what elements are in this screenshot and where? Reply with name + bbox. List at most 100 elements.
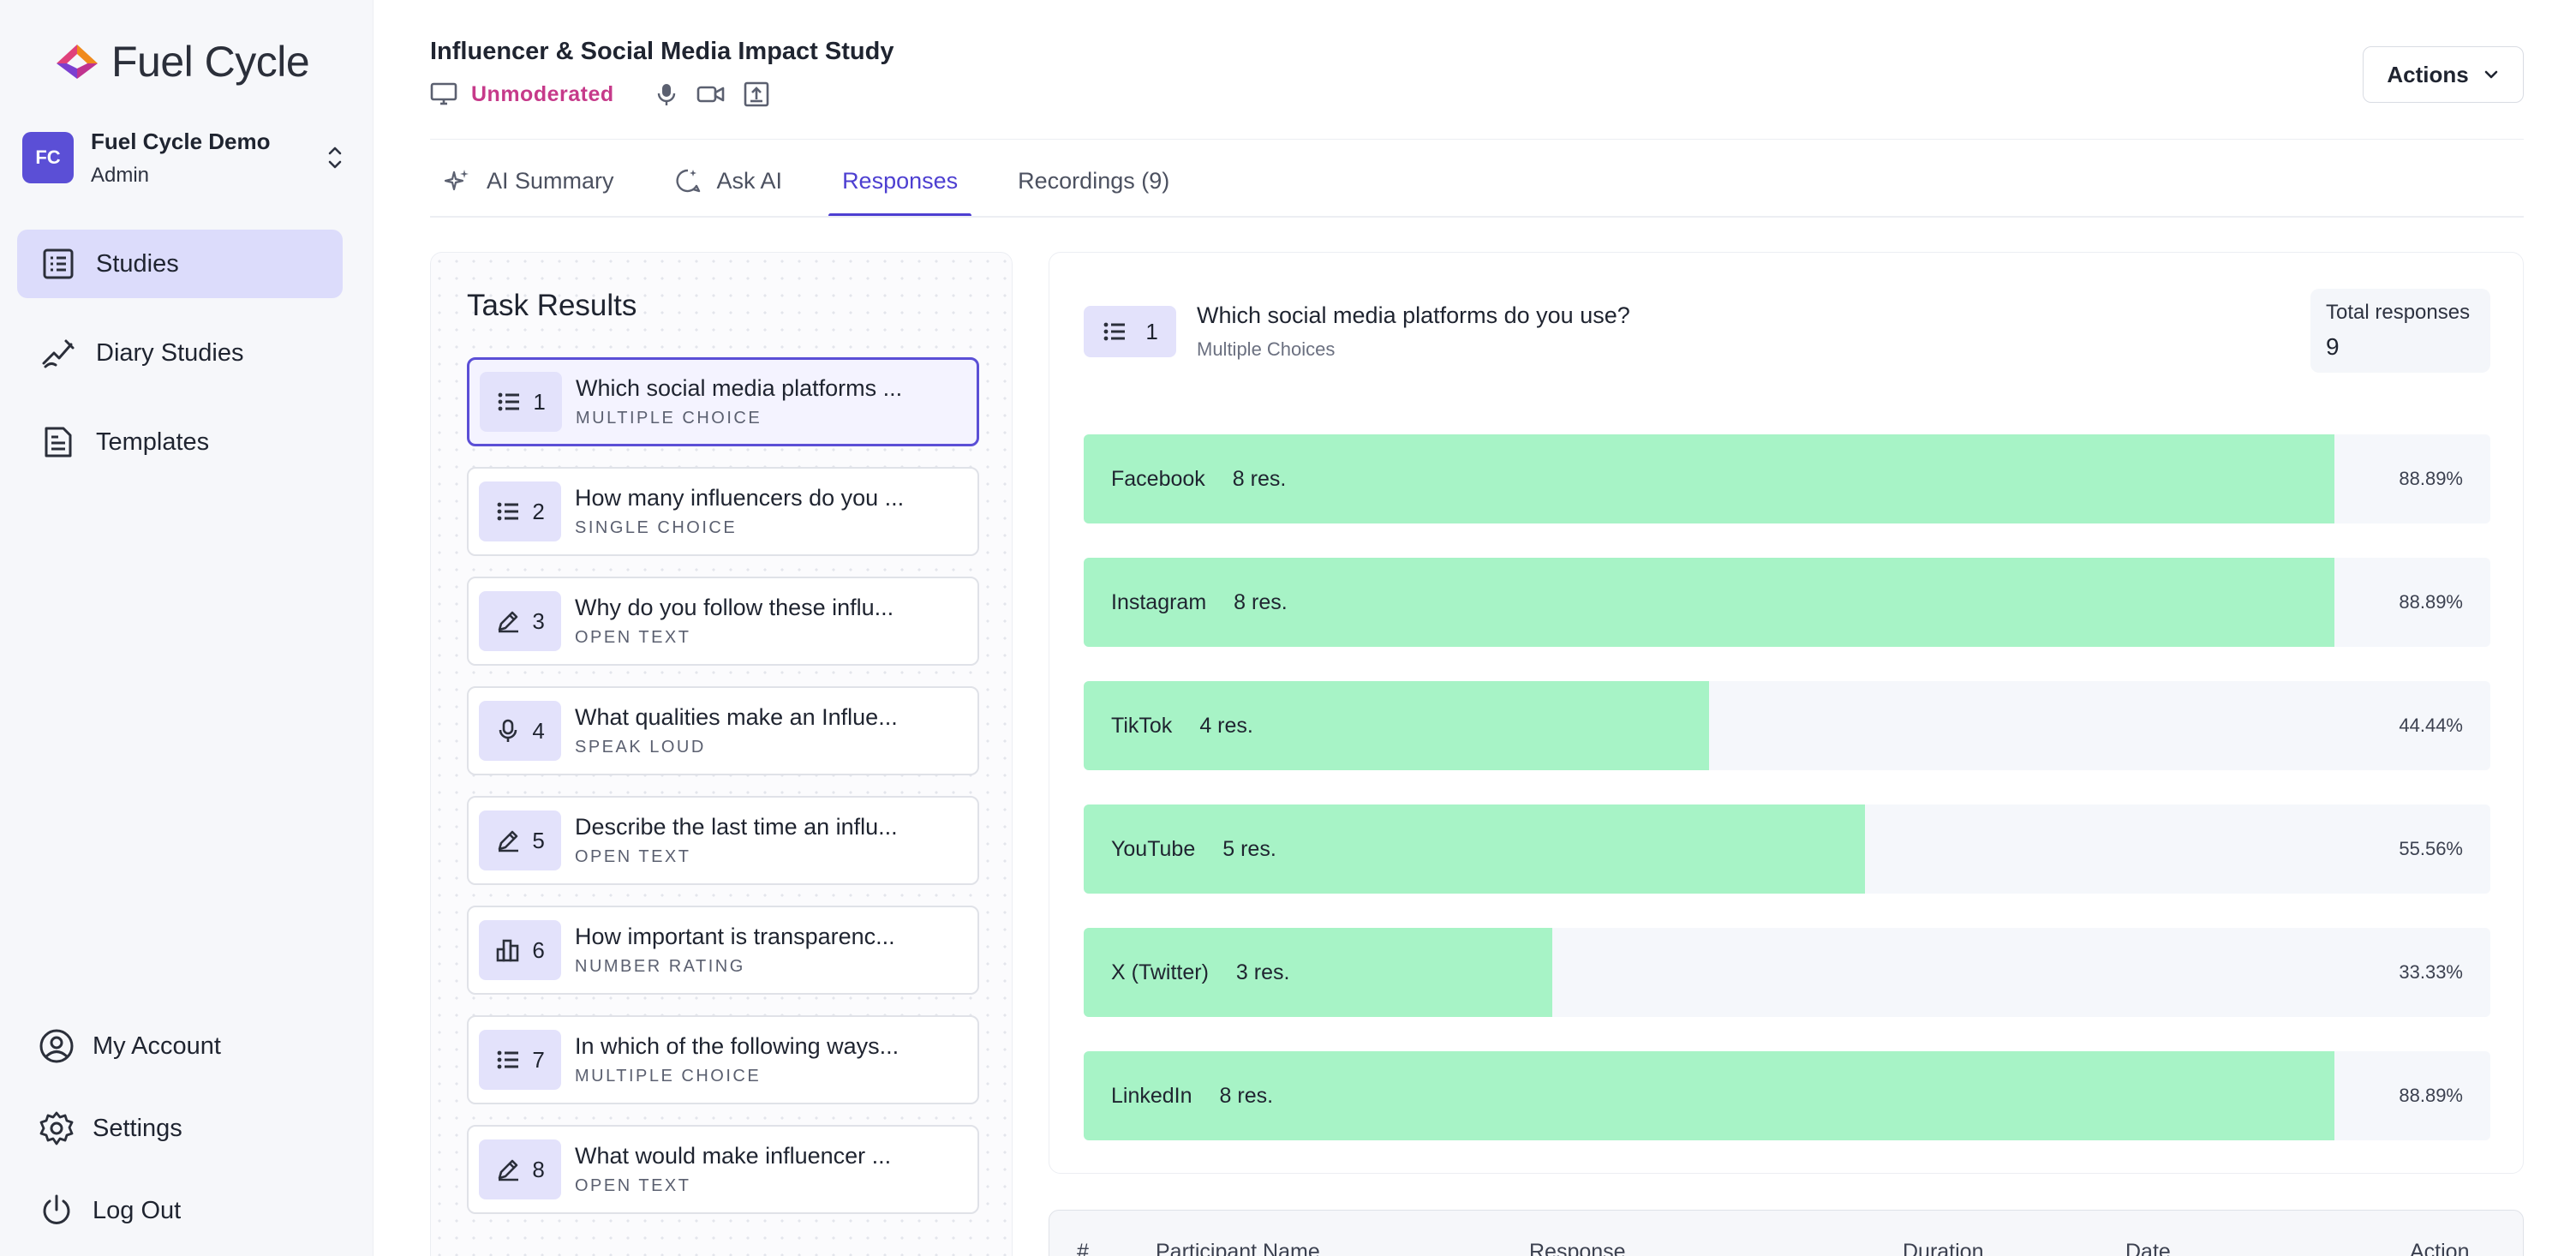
responses-table: # Participant Name Response Duration Dat…: [1049, 1210, 2524, 1256]
sidebar-item-settings[interactable]: Settings: [17, 1100, 343, 1157]
question-badge: 1: [1084, 306, 1176, 357]
sidebar-item-log-out[interactable]: Log Out: [17, 1182, 343, 1239]
sidebar-item-diary-studies[interactable]: Diary Studies: [17, 319, 343, 387]
task-badge: 1: [480, 372, 562, 432]
task-item-4[interactable]: 4 What qualities make an Influe... SPEAK L…: [467, 686, 979, 775]
screen-share-icon: [744, 81, 768, 107]
bar-row: YouTube 5 res. 55.56%: [1084, 804, 2490, 894]
task-results-heading: Task Results: [467, 289, 637, 322]
task-results-panel: Task Results 1 Which social media platfor…: [430, 252, 1013, 1256]
page-title: Influencer & Social Media Impact Study: [430, 38, 894, 65]
rating-icon: [496, 939, 519, 962]
actions-label: Actions: [2387, 61, 2469, 87]
task-number: 6: [532, 936, 545, 963]
bar-value-label: 44.44%: [2399, 715, 2463, 736]
actions-button[interactable]: Actions: [2363, 46, 2524, 103]
bar-value-label: 88.89%: [2399, 1085, 2463, 1106]
templates-icon: [39, 423, 77, 461]
task-item-3[interactable]: 3 Why do you follow these influ... OPEN TE…: [467, 577, 979, 666]
task-number: 8: [532, 1156, 545, 1182]
task-item-7[interactable]: 7 In which of the following ways... MULTIP…: [467, 1015, 979, 1104]
column-header-response: Response: [1529, 1240, 1626, 1256]
bar-category-label: X (Twitter): [1111, 960, 1209, 984]
column-header-duration: Duration: [1903, 1240, 1984, 1256]
task-type: SINGLE CHOICE: [575, 518, 738, 537]
task-title: What would make influencer ...: [575, 1143, 892, 1169]
pen-icon: [498, 830, 519, 852]
bar-row: LinkedIn 8 res. 88.89%: [1084, 1051, 2490, 1140]
bar-category-label: LinkedIn: [1111, 1083, 1192, 1108]
sidebar-item-my-account[interactable]: My Account: [17, 1018, 343, 1074]
org-switcher[interactable]: FC Fuel Cycle Demo Admin: [22, 122, 348, 194]
task-title: In which of the following ways...: [575, 1033, 900, 1059]
column-header-number: #: [1077, 1240, 1089, 1256]
pen-icon: [498, 611, 519, 633]
bar-category-label: Facebook: [1111, 466, 1205, 491]
header-divider: [430, 139, 2524, 140]
task-title: How important is transparenc...: [575, 924, 895, 949]
bar-category-label: Instagram: [1111, 589, 1207, 614]
sidebar-item-label: Settings: [93, 1114, 182, 1142]
task-type: SPEAK LOUD: [575, 738, 706, 757]
chat-ai-icon: [675, 169, 700, 193]
tab-recordings[interactable]: Recordings (9): [1004, 146, 1183, 216]
chevron-down-icon: [2484, 70, 2497, 79]
pen-icon: [498, 1159, 519, 1181]
task-badge: 2: [479, 481, 561, 541]
tab-bar: AI Summary Ask AI Responses Recordings (…: [430, 146, 1216, 218]
task-item-5[interactable]: 5 Describe the last time an influ... OPEN …: [467, 796, 979, 885]
microphone-icon: [657, 84, 675, 105]
total-responses-label: Total responses: [2326, 301, 2471, 324]
tab-ask-ai[interactable]: Ask AI: [660, 146, 797, 216]
task-item-8[interactable]: 8 What would make influencer ... OPEN TEXT: [467, 1125, 979, 1214]
tab-label: AI Summary: [487, 167, 614, 194]
task-number: 4: [532, 717, 545, 744]
power-icon: [38, 1192, 75, 1229]
mic-icon: [499, 719, 517, 742]
video-camera-icon: [696, 86, 724, 103]
desktop-icon: [430, 82, 457, 105]
task-type: MULTIPLE CHOICE: [576, 409, 762, 428]
sparkle-icon: [444, 170, 469, 191]
bar-count-label: 8 res.: [1234, 589, 1288, 614]
task-type: OPEN TEXT: [575, 628, 691, 647]
task-number: 2: [532, 498, 545, 524]
bar-category-label: TikTok: [1111, 713, 1173, 738]
bar-count-label: 8 res.: [1232, 466, 1287, 491]
sidebar-item-label: Studies: [96, 249, 179, 278]
sidebar-item-label: Log Out: [93, 1196, 182, 1224]
org-avatar: FC: [22, 132, 74, 183]
task-type: MULTIPLE CHOICE: [575, 1067, 762, 1086]
tab-label: Responses: [842, 167, 959, 194]
task-item-6[interactable]: 6 How important is transparenc... NUMBER R…: [467, 906, 979, 995]
gear-icon: [38, 1109, 75, 1147]
studies-icon: [39, 245, 77, 283]
sidebar-item-label: Templates: [96, 428, 210, 456]
column-header-action: Action: [2410, 1240, 2470, 1256]
sidebar-item-studies[interactable]: Studies: [17, 230, 343, 298]
sidebar-item-label: Diary Studies: [96, 338, 244, 367]
task-badge: 5: [479, 810, 561, 870]
task-title: Describe the last time an influ...: [575, 814, 898, 840]
sidebar: Fuel Cycle FC Fuel Cycle Demo Admin Stud…: [0, 0, 374, 1256]
bar-count-label: 4 res.: [1199, 713, 1253, 738]
sidebar-item-templates[interactable]: Templates: [17, 408, 343, 476]
tab-label: Recordings (9): [1018, 167, 1170, 194]
user-circle-icon: [38, 1027, 75, 1065]
brand-logo[interactable]: Fuel Cycle: [55, 34, 310, 89]
task-title: Why do you follow these influ...: [575, 595, 894, 620]
task-item-2[interactable]: 2 How many influencers do you ... SINGLE C…: [467, 467, 979, 556]
task-number: 1: [533, 388, 546, 415]
bar-row: Instagram 8 res. 88.89%: [1084, 558, 2490, 647]
chevron-up-down-icon[interactable]: [322, 141, 348, 175]
question-results-panel: 1 Which social media platforms do you us…: [1049, 252, 2524, 1174]
bar-value-label: 88.89%: [2399, 591, 2463, 613]
brand-name: Fuel Cycle: [111, 38, 310, 86]
list-icon: [497, 1050, 519, 1069]
bar-count-label: 5 res.: [1222, 836, 1276, 861]
tab-responses[interactable]: Responses: [828, 146, 972, 218]
bar-count-label: 3 res.: [1235, 960, 1290, 984]
tab-ai-summary[interactable]: AI Summary: [430, 146, 628, 216]
bar-row: TikTok 4 res. 44.44%: [1084, 681, 2490, 770]
task-item-1[interactable]: 1 Which social media platforms ... MULTIPL…: [467, 357, 979, 446]
